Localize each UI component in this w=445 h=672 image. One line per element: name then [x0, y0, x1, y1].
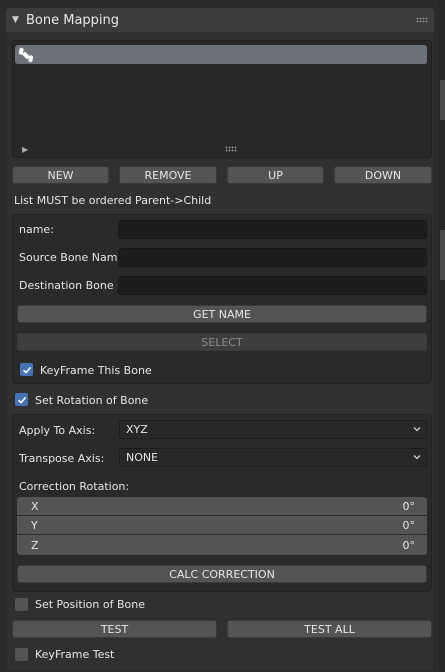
select-button[interactable]: SELECT	[17, 333, 427, 351]
list-resize-grip-icon[interactable]	[225, 146, 237, 152]
up-button[interactable]: UP	[227, 166, 324, 184]
correction-rotation-label: Correction Rotation:	[19, 480, 130, 493]
apply-axis-label: Apply To Axis:	[19, 424, 96, 437]
set-position-label: Set Position of Bone	[35, 598, 145, 611]
z-axis-label: Z	[31, 538, 39, 552]
panel-title: Bone Mapping	[26, 12, 120, 28]
bone-fields-box	[12, 214, 432, 384]
keyframe-test-checkbox[interactable]	[15, 648, 28, 661]
destination-bone-field[interactable]	[118, 276, 427, 295]
z-value: 0°	[402, 538, 416, 552]
apply-axis-value: XYZ	[126, 423, 148, 436]
chevron-down-icon	[413, 455, 421, 460]
source-bone-field[interactable]	[118, 248, 427, 267]
transpose-axis-value: NONE	[126, 451, 159, 464]
keyframe-bone-checkbox[interactable]	[20, 363, 33, 376]
name-field[interactable]	[118, 220, 427, 239]
drag-grip-icon[interactable]	[416, 17, 428, 23]
rotation-z-field[interactable]: Z 0°	[17, 535, 427, 555]
transpose-axis-label: Transpose Axis:	[19, 452, 105, 465]
chevron-down-icon	[413, 427, 421, 432]
collapse-triangle-icon[interactable]: ▼	[12, 15, 24, 25]
rotation-y-field[interactable]: Y 0°	[17, 516, 427, 535]
checkmark-icon	[17, 396, 26, 404]
checkmark-icon	[22, 366, 31, 374]
set-rotation-label: Set Rotation of Bone	[35, 394, 149, 407]
name-label: name:	[19, 223, 54, 236]
side-tab-marker[interactable]	[440, 80, 445, 120]
order-notice: List MUST be ordered Parent->Child	[14, 194, 212, 207]
y-axis-label: Y	[31, 518, 38, 532]
panel-header[interactable]: ▼ Bone Mapping	[6, 8, 434, 32]
calc-correction-button[interactable]: CALC CORRECTION	[17, 565, 427, 583]
destination-bone-label: Destination Bone ...	[19, 279, 128, 292]
rotation-x-field[interactable]: X 0°	[17, 497, 427, 516]
side-tab-marker[interactable]	[440, 230, 445, 280]
apply-axis-dropdown[interactable]: XYZ	[119, 420, 427, 439]
bone-icon	[18, 47, 34, 63]
set-position-checkbox[interactable]	[15, 598, 28, 611]
set-rotation-checkbox[interactable]	[15, 393, 28, 406]
x-axis-label: X	[31, 499, 39, 513]
x-value: 0°	[402, 499, 416, 513]
remove-button[interactable]: REMOVE	[119, 166, 217, 184]
expand-triangle-icon[interactable]: ▶	[22, 145, 28, 154]
test-button[interactable]: TEST	[12, 620, 217, 638]
keyframe-test-label: KeyFrame Test	[35, 648, 115, 661]
y-value: 0°	[402, 518, 416, 532]
source-bone-label: Source Bone Name:	[19, 251, 128, 264]
get-name-button[interactable]: GET NAME	[17, 305, 427, 323]
keyframe-bone-label: KeyFrame This Bone	[40, 364, 152, 377]
new-button[interactable]: NEW	[12, 166, 109, 184]
down-button[interactable]: DOWN	[334, 166, 432, 184]
test-all-button[interactable]: TEST ALL	[227, 620, 432, 638]
transpose-axis-dropdown[interactable]: NONE	[119, 448, 427, 467]
list-item[interactable]	[15, 45, 427, 64]
